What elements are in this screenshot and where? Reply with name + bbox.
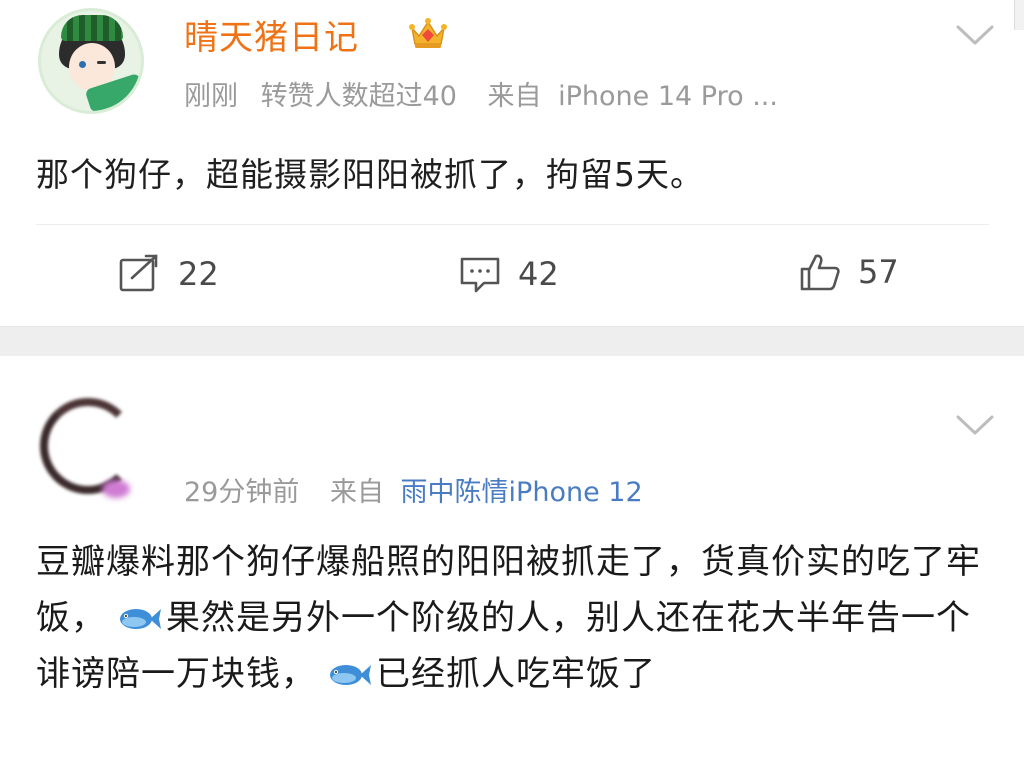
divider <box>36 224 989 225</box>
like-icon <box>800 254 840 291</box>
repost-icon <box>119 254 158 292</box>
fish-emoji <box>120 609 161 629</box>
like-button[interactable]: 57 <box>798 252 899 292</box>
source-prefix: 来自 <box>487 81 542 112</box>
weibo-post-1: 晴天猪日记 刚刚 转赞人数超过40 来自 iPhone 14 Pro ... 那… <box>0 0 1024 326</box>
repost-button[interactable]: 22 <box>118 254 219 294</box>
username[interactable]: 晴天猪日记 <box>184 10 359 59</box>
chevron-down-icon[interactable] <box>956 24 994 46</box>
comment-count: 42 <box>518 255 559 293</box>
post-meta: 29分钟前 来自 雨中陈情iPhone 12 <box>184 470 643 509</box>
source-prefix: 来自 <box>329 477 384 508</box>
chevron-down-icon[interactable] <box>956 414 994 436</box>
post-meta: 刚刚 转赞人数超过40 来自 iPhone 14 Pro ... <box>184 74 778 113</box>
content-part-3: 已经抓人吃牢饭了 <box>376 654 656 694</box>
post-badge-text: 转赞人数超过40 <box>260 81 457 112</box>
comment-icon <box>460 257 500 293</box>
post-time: 29分钟前 <box>184 477 300 508</box>
feed-gap <box>0 326 1024 356</box>
avatar[interactable] <box>38 8 144 114</box>
like-count: 57 <box>858 253 899 291</box>
fish-emoji <box>330 665 371 685</box>
post-time: 刚刚 <box>184 81 238 112</box>
post-content: 那个狗仔，超能摄影阳阳被抓了，拘留5天。 <box>36 155 704 194</box>
post-source[interactable]: 雨中陈情iPhone 12 <box>401 477 643 508</box>
post-source: iPhone 14 Pro ... <box>558 81 778 112</box>
avatar[interactable] <box>40 398 144 502</box>
comment-button[interactable]: 42 <box>458 254 559 294</box>
scroll-edge <box>1014 0 1024 30</box>
post-content: 豆瓣爆料那个狗仔爆船照的阳阳被抓走了，货真价实的吃了牢饭， 果然是另外一个阶级的… <box>36 534 996 702</box>
crown-icon <box>409 18 447 48</box>
repost-count: 22 <box>178 255 219 293</box>
